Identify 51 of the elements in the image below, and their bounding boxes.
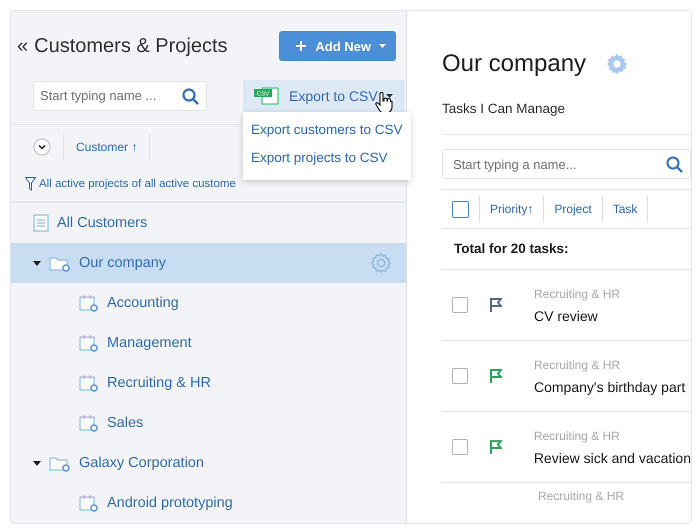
column-header[interactable]: Task bbox=[612, 202, 638, 216]
filter-icon bbox=[25, 177, 36, 192]
tree-item[interactable]: All Customers bbox=[11, 203, 406, 243]
expand-all-icon[interactable] bbox=[33, 138, 51, 156]
task-name[interactable]: CV review bbox=[534, 308, 620, 324]
project-gear-icon bbox=[79, 334, 99, 352]
project-gear-icon bbox=[79, 414, 99, 432]
plus-icon bbox=[295, 40, 308, 52]
caret-icon bbox=[379, 44, 386, 48]
tree-item[interactable]: Management bbox=[11, 323, 406, 363]
tree-item[interactable]: Sales bbox=[11, 403, 406, 443]
list-icon bbox=[33, 214, 49, 232]
collapse-glyph[interactable]: « bbox=[17, 34, 28, 58]
menu-item[interactable]: Export projects to CSV bbox=[243, 144, 411, 172]
task-name[interactable]: Review sick and vacation bbox=[534, 450, 691, 466]
task-name[interactable]: Company's birthday part bbox=[534, 378, 686, 394]
task-project: Recruiting & HR bbox=[534, 286, 620, 300]
task-project: Recruiting & HR bbox=[534, 358, 622, 372]
search-field[interactable]: Start typing name ... bbox=[33, 80, 207, 111]
settings-icon[interactable] bbox=[370, 252, 392, 274]
sidebar-title: Customers & Projects bbox=[34, 34, 229, 58]
tree-item[interactable]: Our company bbox=[11, 243, 406, 283]
task-checkbox[interactable] bbox=[452, 297, 468, 313]
project-gear-icon bbox=[79, 494, 99, 512]
caret-icon bbox=[386, 94, 393, 98]
settings-icon[interactable] bbox=[606, 53, 628, 75]
search-icon bbox=[666, 156, 683, 173]
tree-item[interactable]: Recruiting & HR bbox=[11, 363, 406, 403]
select-all-checkbox[interactable] bbox=[452, 200, 469, 218]
search-icon bbox=[182, 88, 199, 105]
task-project: Recruiting & HR bbox=[534, 428, 621, 442]
filter-description: All active projects of all active custome bbox=[39, 178, 236, 190]
expand-caret-icon[interactable] bbox=[33, 460, 41, 466]
task-checkbox[interactable] bbox=[452, 368, 468, 384]
total-label: Total for 20 tasks: bbox=[442, 229, 691, 270]
page-title: Our company bbox=[442, 50, 586, 78]
column-header[interactable]: Priority↑ bbox=[490, 202, 534, 216]
add-new-button[interactable]: Add New bbox=[279, 31, 396, 62]
tasks-subtitle: Tasks I Can Manage bbox=[442, 101, 691, 135]
tree-item[interactable]: Android prototyping bbox=[11, 483, 406, 523]
expand-caret-icon[interactable] bbox=[33, 260, 41, 266]
tree-item[interactable]: Accounting bbox=[11, 283, 406, 323]
project-gear-icon bbox=[79, 294, 99, 312]
task-project: Recruiting & HR bbox=[538, 489, 624, 503]
task-checkbox[interactable] bbox=[452, 439, 468, 455]
customer-column-header[interactable]: Customer ↑ bbox=[76, 140, 138, 154]
project-gear-icon bbox=[79, 374, 99, 392]
tree-item[interactable]: Galaxy Corporation bbox=[11, 443, 406, 483]
task-search-field[interactable]: Start typing a name... bbox=[442, 149, 691, 179]
column-header[interactable]: Project bbox=[554, 202, 592, 216]
menu-item[interactable]: Export customers to CSV bbox=[243, 116, 411, 144]
